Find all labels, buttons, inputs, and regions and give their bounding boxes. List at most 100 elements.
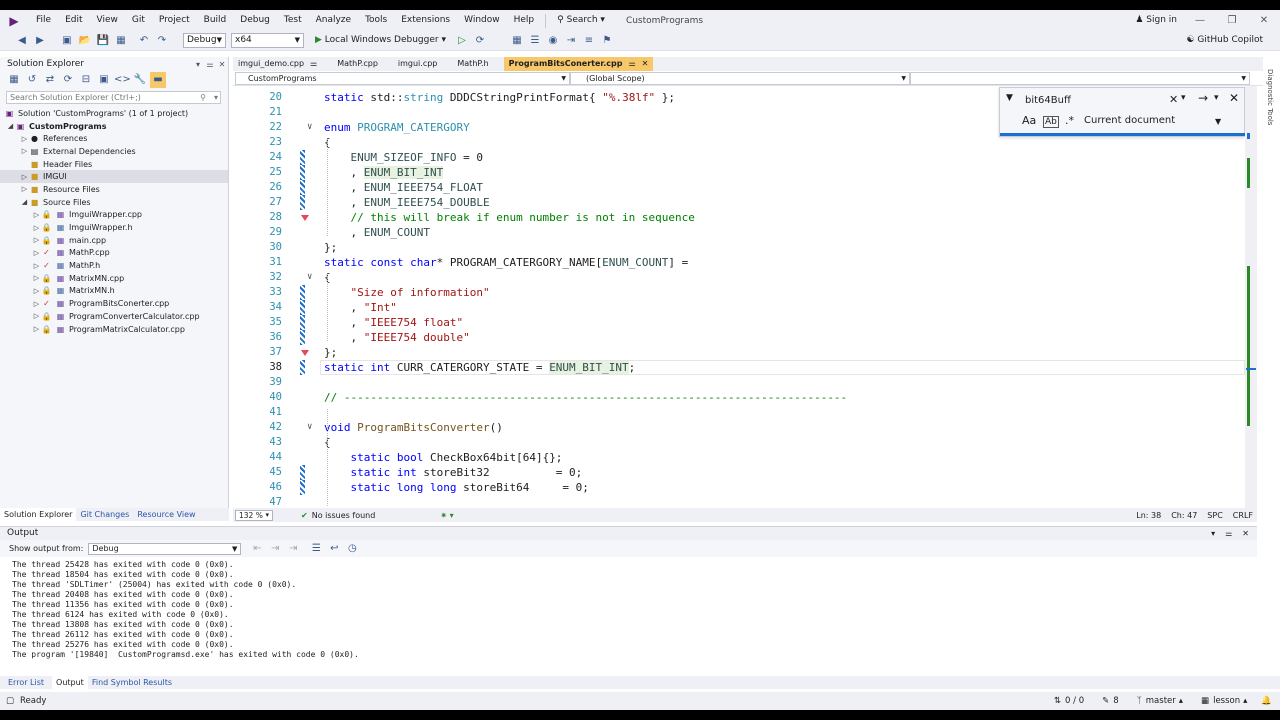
save-all-icon[interactable]: ▦ <box>113 33 129 49</box>
issues-status[interactable]: No issues found <box>312 511 376 520</box>
menu-file[interactable]: File <box>29 10 58 31</box>
menu-edit[interactable]: Edit <box>58 10 89 31</box>
forward-icon[interactable]: ▶ <box>32 33 48 49</box>
back-icon[interactable]: ⇄ <box>42 72 58 88</box>
menu-extensions[interactable]: Extensions <box>394 10 457 31</box>
tree-item-file[interactable]: ▷ 🔒 ▦ ImguiWrapper.h <box>0 221 228 234</box>
tab-solution-explorer[interactable]: Solution Explorer <box>0 508 77 521</box>
tree-item-file[interactable]: ▷ 🔒 ▦ ProgramConverterCalculator.cpp <box>0 310 228 323</box>
tab-git-changes[interactable]: Git Changes <box>76 508 133 521</box>
line-number[interactable]: Ln: 38 <box>1136 511 1161 520</box>
editor-vertical-scrollbar[interactable] <box>1245 86 1257 508</box>
zoom-select[interactable]: 132 % ▾ <box>235 509 273 521</box>
close-window-button[interactable]: ✕ <box>1248 15 1280 26</box>
toggle-replace-icon[interactable]: ▼ <box>1006 93 1013 103</box>
refresh-icon[interactable]: ⟳ <box>60 72 76 88</box>
next-message-icon[interactable]: ⇥ <box>267 541 283 557</box>
search-menu[interactable]: ⚲ Search ▾ <box>550 10 612 31</box>
configuration-select[interactable]: Debug ▼ <box>183 33 226 48</box>
start-without-debugging-icon[interactable]: ▷ <box>454 33 470 49</box>
quick-action-marker-icon[interactable] <box>301 350 309 356</box>
find-scope[interactable]: Current document <box>1084 115 1175 126</box>
menu-git[interactable]: Git <box>125 10 152 31</box>
menu-project[interactable]: Project <box>152 10 197 31</box>
solution-search-input[interactable]: Search Solution Explorer (Ctrl+;) ⚲ ▾ <box>6 91 221 104</box>
regex-icon[interactable]: .* <box>1065 114 1074 127</box>
menu-window[interactable]: Window <box>457 10 507 31</box>
undo-icon[interactable]: ↶ <box>136 33 152 49</box>
tab-program-bits-conerter[interactable]: ProgramBitsConerter.cpp ⚌ ✕ <box>503 57 654 71</box>
pin-icon[interactable]: ⚌ <box>628 57 635 71</box>
collapse-all-icon[interactable]: ⊟ <box>78 72 94 88</box>
tab-imgui-demo[interactable]: imgui_demo.cpp ⚌ <box>233 57 322 71</box>
tab-find-symbol-results[interactable]: Find Symbol Results <box>88 676 176 689</box>
breakpoint-icon[interactable]: ◉ <box>545 33 561 49</box>
restore-button[interactable]: ❐ <box>1216 15 1248 26</box>
code-editor[interactable]: 20 static std::string DDDCStringPrintForm… <box>233 86 1245 508</box>
output-source-select[interactable]: Debug ▼ <box>88 542 242 555</box>
back-icon[interactable]: ◀ <box>14 33 30 49</box>
code-icon[interactable]: <> <box>114 72 131 88</box>
menu-tools[interactable]: Tools <box>358 10 394 31</box>
prev-message-icon[interactable]: ⇤ <box>249 541 265 557</box>
menu-view[interactable]: View <box>90 10 125 31</box>
line-ending[interactable]: CRLF <box>1233 511 1253 520</box>
cleanup-icon[interactable]: ✷ ▾ <box>440 511 453 520</box>
tree-item-header-files[interactable]: ■ Header Files <box>0 158 228 171</box>
fold-toggle-icon[interactable]: ∨ <box>307 420 312 435</box>
sign-in-button[interactable]: ♟ Sign in <box>1128 10 1184 31</box>
menu-test[interactable]: Test <box>277 10 309 31</box>
properties-icon[interactable]: 🔧 <box>132 72 148 88</box>
pin-icon[interactable]: ⚌ <box>204 60 216 69</box>
save-icon[interactable]: 💾 <box>95 33 111 49</box>
tree-item-file[interactable]: ▷ ✓ ▦ ProgramBitsConerter.cpp <box>0 297 228 310</box>
history-icon[interactable]: ↺ <box>24 72 40 88</box>
show-all-files-icon[interactable]: ▣ <box>96 72 112 88</box>
find-input[interactable]: bit64Buff <box>1020 92 1180 110</box>
close-icon[interactable]: ✕ <box>642 57 649 71</box>
menu-help[interactable]: Help <box>507 10 542 31</box>
menu-build[interactable]: Build <box>197 10 234 31</box>
fold-toggle-icon[interactable]: ∨ <box>307 270 312 285</box>
minimize-button[interactable]: — <box>1184 15 1216 26</box>
redo-icon[interactable]: ↷ <box>154 33 170 49</box>
search-history-icon[interactable]: ▾ <box>1181 93 1186 103</box>
tree-item-imgui[interactable]: ▷ ■ IMGUI <box>0 170 228 184</box>
hot-reload-icon[interactable]: ⟳ <box>472 33 488 49</box>
close-icon[interactable]: ✕ <box>1242 527 1249 540</box>
find-options-icon[interactable]: ▾ <box>1214 93 1219 103</box>
comment-icon[interactable]: ≡ <box>581 33 597 49</box>
clear-all-icon[interactable]: ☰ <box>308 541 324 557</box>
output-text[interactable]: The thread 25428 has exited with code 0 … <box>12 560 359 660</box>
format-icon[interactable]: ☰ <box>527 33 543 49</box>
open-folder-icon[interactable]: 📂 <box>77 33 93 49</box>
step-icon[interactable]: ⇥ <box>563 33 579 49</box>
tab-mathp-cpp[interactable]: MathP.cpp <box>332 57 383 71</box>
whitespace-mode[interactable]: SPC <box>1207 511 1223 520</box>
tree-item-file[interactable]: ▷ 🔒 ▦ MatrixMN.h <box>0 285 228 298</box>
tree-item-file[interactable]: ▷ 🔒 ▦ MatrixMN.cpp <box>0 272 228 285</box>
menu-analyze[interactable]: Analyze <box>309 10 358 31</box>
sync-icon[interactable]: ▦ <box>6 72 22 88</box>
output-window-icon[interactable]: ▢ <box>6 696 14 706</box>
notifications-icon[interactable]: 🔔 <box>1261 696 1272 706</box>
pin-icon[interactable]: ⚌ <box>310 57 317 71</box>
repo-name[interactable]: lesson <box>1213 696 1240 706</box>
column-number[interactable]: Ch: 47 <box>1171 511 1197 520</box>
diagnostic-tools-tab[interactable]: Diagnostic Tools <box>1262 57 1274 137</box>
toolbox-icon[interactable]: ▦ <box>509 33 525 49</box>
clock-icon[interactable]: ◷ <box>344 541 360 557</box>
bookmark-icon[interactable]: ⚑ <box>599 33 615 49</box>
branch-name[interactable]: master <box>1146 696 1176 706</box>
platform-select[interactable]: x64 ▼ <box>231 33 304 48</box>
word-wrap-icon[interactable]: ↩ <box>326 541 342 557</box>
tree-item-project[interactable]: ◢ ▣ CustomPrograms <box>0 120 228 133</box>
tree-item-solution[interactable]: ▣ Solution 'CustomPrograms' (1 of 1 proje… <box>0 107 228 120</box>
github-copilot-button[interactable]: ☯ GitHub Copilot <box>1179 30 1270 51</box>
find-message-icon[interactable]: ⇥ <box>285 541 301 557</box>
panel-menu-icon[interactable]: ▾ <box>192 60 204 69</box>
new-project-icon[interactable]: ▣ <box>59 33 75 49</box>
tree-item-external-dependencies[interactable]: ▷ ▤ External Dependencies <box>0 145 228 158</box>
fold-toggle-icon[interactable]: ∨ <box>307 120 312 135</box>
find-next-icon[interactable]: → <box>1198 91 1208 105</box>
